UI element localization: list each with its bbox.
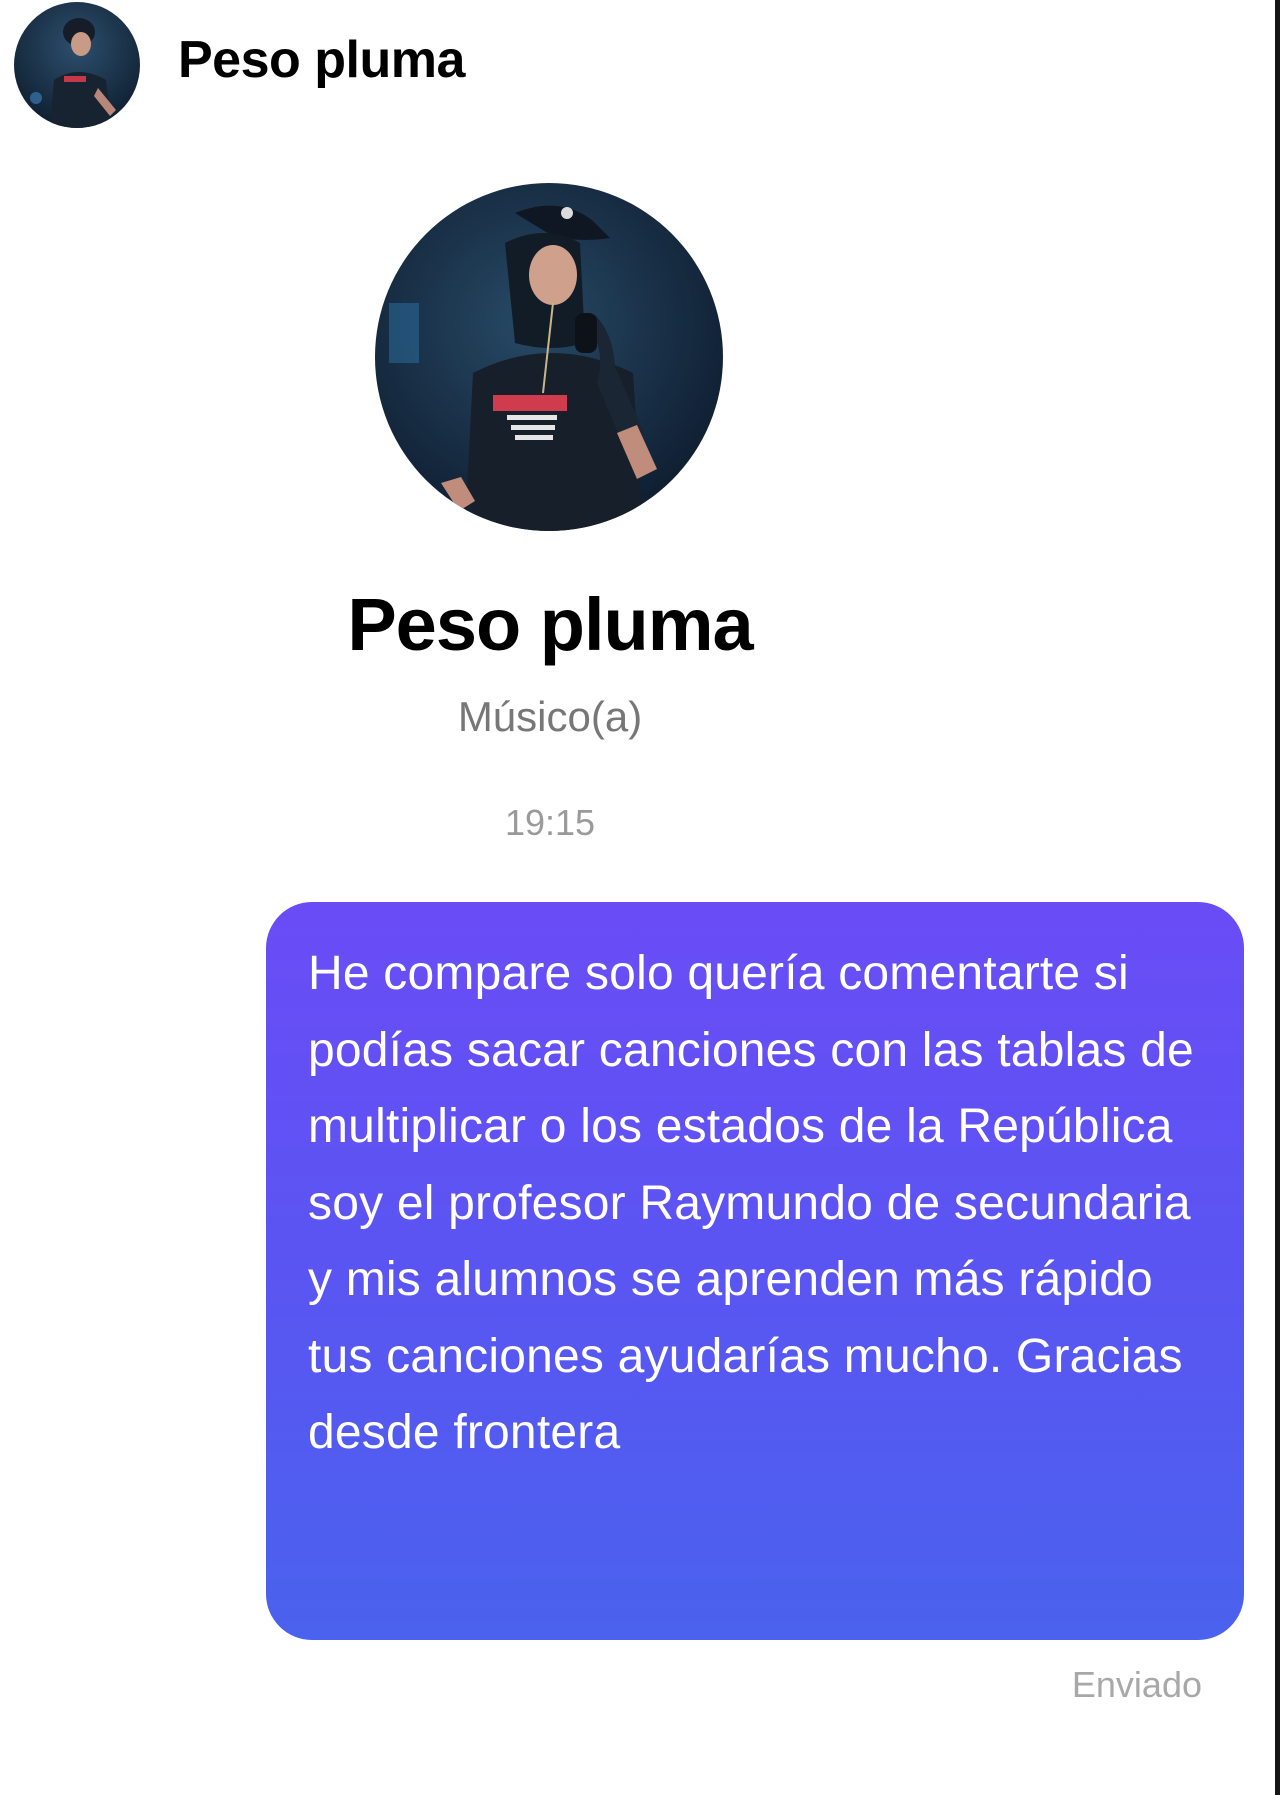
chat-header: Peso pluma [0,0,1270,130]
outgoing-message-bubble[interactable]: He compare solo quería comentarte si pod… [266,902,1244,1640]
message-status: Enviado [1071,1664,1202,1705]
message-timestamp: 19:15 [504,802,596,843]
profile-name: Peso pluma [347,583,753,666]
profile-avatar[interactable] [375,183,723,531]
header-contact-name[interactable]: Peso pluma [178,30,465,90]
window-edge [1275,0,1280,1795]
profile-role: Músico(a) [457,693,643,740]
profile-photo-icon [14,2,140,128]
message-text: He compare solo quería comentarte si pod… [308,947,1194,1459]
header-avatar[interactable] [14,2,140,128]
profile-photo-icon [375,183,723,531]
